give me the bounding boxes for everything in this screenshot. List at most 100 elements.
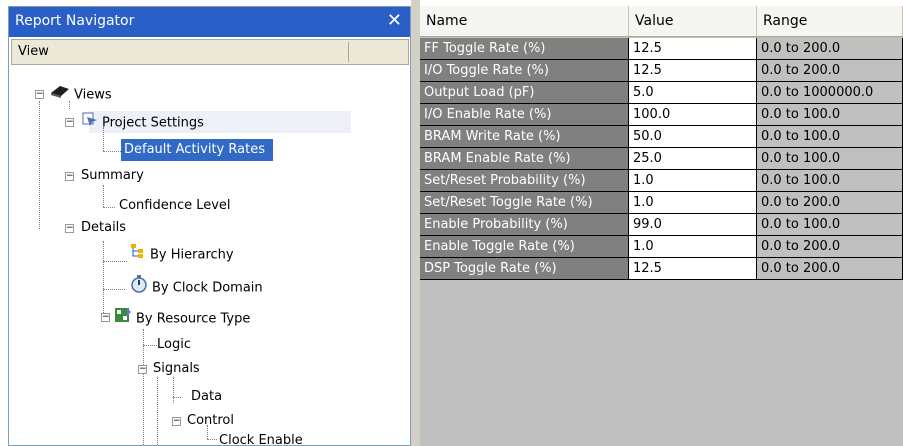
param-range-cell: 0.0 to 200.0: [757, 258, 903, 280]
tree-item-project-settings[interactable]: Project Settings: [81, 111, 204, 133]
column-header-range[interactable]: Range: [757, 6, 903, 36]
tree-line: [103, 261, 127, 262]
tree-item-data[interactable]: Data: [191, 386, 222, 408]
param-name-cell: Enable Probability (%): [420, 214, 629, 236]
tree-line: [103, 207, 115, 208]
close-icon[interactable]: ✕: [387, 10, 402, 31]
param-range-cell: 0.0 to 1000000.0: [757, 82, 903, 104]
param-value-field[interactable]: 12.5: [629, 60, 757, 82]
param-range-cell: 0.0 to 200.0: [757, 60, 903, 82]
param-range-cell: 0.0 to 200.0: [757, 38, 903, 60]
collapse-details-icon[interactable]: −: [65, 224, 74, 233]
table-row[interactable]: FF Toggle Rate (%) 12.5 0.0 to 200.0: [420, 38, 903, 60]
activity-rates-grid: Name Value Range FF Toggle Rate (%) 12.5 0…: [420, 6, 903, 446]
param-range-cell: 0.0 to 100.0: [757, 126, 903, 148]
param-value-field[interactable]: 12.5: [629, 258, 757, 280]
table-row[interactable]: BRAM Write Rate (%) 50.0 0.0 to 100.0: [420, 126, 903, 148]
tree-item-label: Views: [74, 87, 112, 103]
tree-line: [103, 289, 125, 290]
report-navigator-panel: Report Navigator ✕ View − − − − − − − Vi…: [8, 6, 411, 446]
param-range-cell: 0.0 to 100.0: [757, 170, 903, 192]
tree-item-default-activity-rates[interactable]: Default Activity Rates: [121, 139, 273, 161]
views-icon: [49, 83, 71, 107]
param-value-field[interactable]: 12.5: [629, 38, 757, 60]
param-value-field[interactable]: 1.0: [629, 170, 757, 192]
tree-item-confidence-level[interactable]: Confidence Level: [119, 195, 231, 217]
tree-line: [39, 101, 40, 229]
table-row[interactable]: I/O Enable Rate (%) 100.0 0.0 to 100.0: [420, 104, 903, 126]
tree-item-label: Data: [191, 389, 223, 404]
param-value-field[interactable]: 1.0: [629, 236, 757, 258]
table-row[interactable]: DSP Toggle Rate (%) 12.5 0.0 to 200.0: [420, 258, 903, 280]
view-column-header[interactable]: View: [11, 39, 409, 65]
project-settings-icon: [81, 111, 99, 135]
tree-item-signals[interactable]: Signals: [153, 358, 200, 380]
tree-item-views[interactable]: Views: [49, 83, 112, 105]
tree-item-label: By Hierarchy: [150, 247, 234, 263]
tree-line: [103, 241, 104, 319]
tree-item-label: Default Activity Rates: [124, 142, 265, 157]
table-row[interactable]: Set/Reset Toggle Rate (%) 1.0 0.0 to 200.0: [420, 192, 903, 214]
tree-item-control[interactable]: Control: [187, 410, 234, 432]
clock-icon: [129, 275, 149, 301]
tree-line: [143, 345, 157, 346]
param-name-cell: FF Toggle Rate (%): [420, 38, 629, 60]
splitter[interactable]: [411, 0, 420, 446]
tree-item-logic[interactable]: Logic: [157, 334, 191, 356]
param-name-cell: I/O Enable Rate (%): [420, 104, 629, 126]
param-range-cell: 0.0 to 100.0: [757, 148, 903, 170]
param-name-cell: BRAM Enable Rate (%): [420, 148, 629, 170]
param-value-field[interactable]: 100.0: [629, 104, 757, 126]
tree-item-details[interactable]: Details: [81, 217, 126, 239]
tree-item-by-hierarchy[interactable]: By Hierarchy: [129, 243, 234, 265]
collapse-signals-icon[interactable]: −: [138, 365, 147, 374]
column-header-name[interactable]: Name: [420, 6, 629, 36]
collapse-views-icon[interactable]: −: [35, 90, 44, 99]
table-row[interactable]: Enable Toggle Rate (%) 1.0 0.0 to 200.0: [420, 236, 903, 258]
column-header-value[interactable]: Value: [629, 6, 757, 36]
tree-item-by-clock-domain[interactable]: By Clock Domain: [129, 275, 263, 297]
param-name-cell: BRAM Write Rate (%): [420, 126, 629, 148]
view-header-label: View: [18, 44, 49, 59]
param-name-cell: I/O Toggle Rate (%): [420, 60, 629, 82]
param-value-field[interactable]: 5.0: [629, 82, 757, 104]
param-value-field[interactable]: 50.0: [629, 126, 757, 148]
tree-item-label: Clock Enable: [219, 433, 303, 446]
param-range-cell: 0.0 to 200.0: [757, 236, 903, 258]
tree-item-label: Logic: [157, 337, 191, 352]
navigator-title: Report Navigator: [15, 13, 135, 29]
tree-item-label: Confidence Level: [119, 198, 231, 213]
collapse-summary-icon[interactable]: −: [65, 172, 74, 181]
tree-item-by-resource-type[interactable]: By Resource Type: [113, 306, 250, 328]
table-row[interactable]: Enable Probability (%) 99.0 0.0 to 100.0: [420, 214, 903, 236]
tree-item-label: Control: [187, 413, 234, 428]
hierarchy-icon: [129, 243, 147, 267]
param-name-cell: Output Load (pF): [420, 82, 629, 104]
tree-item-clock-enable[interactable]: Clock Enable: [219, 430, 303, 446]
tree-line: [173, 397, 181, 398]
tree-line: [143, 329, 144, 445]
tree-line: [207, 439, 217, 440]
tree-item-label: Details: [81, 220, 127, 235]
grid-header: Name Value Range: [420, 6, 903, 37]
param-value-field[interactable]: 25.0: [629, 148, 757, 170]
param-name-cell: DSP Toggle Rate (%): [420, 258, 629, 280]
table-row[interactable]: BRAM Enable Rate (%) 25.0 0.0 to 100.0: [420, 148, 903, 170]
param-value-field[interactable]: 1.0: [629, 192, 757, 214]
collapse-control-icon[interactable]: −: [172, 417, 181, 426]
navigator-title-bar: Report Navigator ✕: [9, 7, 410, 37]
tree-item-label: Summary: [81, 168, 144, 183]
table-row[interactable]: Set/Reset Probability (%) 1.0 0.0 to 100.0: [420, 170, 903, 192]
table-row[interactable]: I/O Toggle Rate (%) 12.5 0.0 to 200.0: [420, 60, 903, 82]
collapse-by-resource-type-icon[interactable]: −: [101, 313, 110, 322]
param-name-cell: Set/Reset Probability (%): [420, 170, 629, 192]
collapse-project-settings-icon[interactable]: −: [65, 118, 74, 127]
param-value-field[interactable]: 99.0: [629, 214, 757, 236]
table-row[interactable]: Output Load (pF) 5.0 0.0 to 1000000.0: [420, 82, 903, 104]
param-range-cell: 0.0 to 100.0: [757, 104, 903, 126]
tree-item-label: By Clock Domain: [152, 280, 263, 296]
tree-line: [103, 185, 104, 207]
column-separator[interactable]: [348, 42, 349, 62]
param-range-cell: 0.0 to 100.0: [757, 214, 903, 236]
tree-item-summary[interactable]: Summary: [81, 165, 144, 187]
